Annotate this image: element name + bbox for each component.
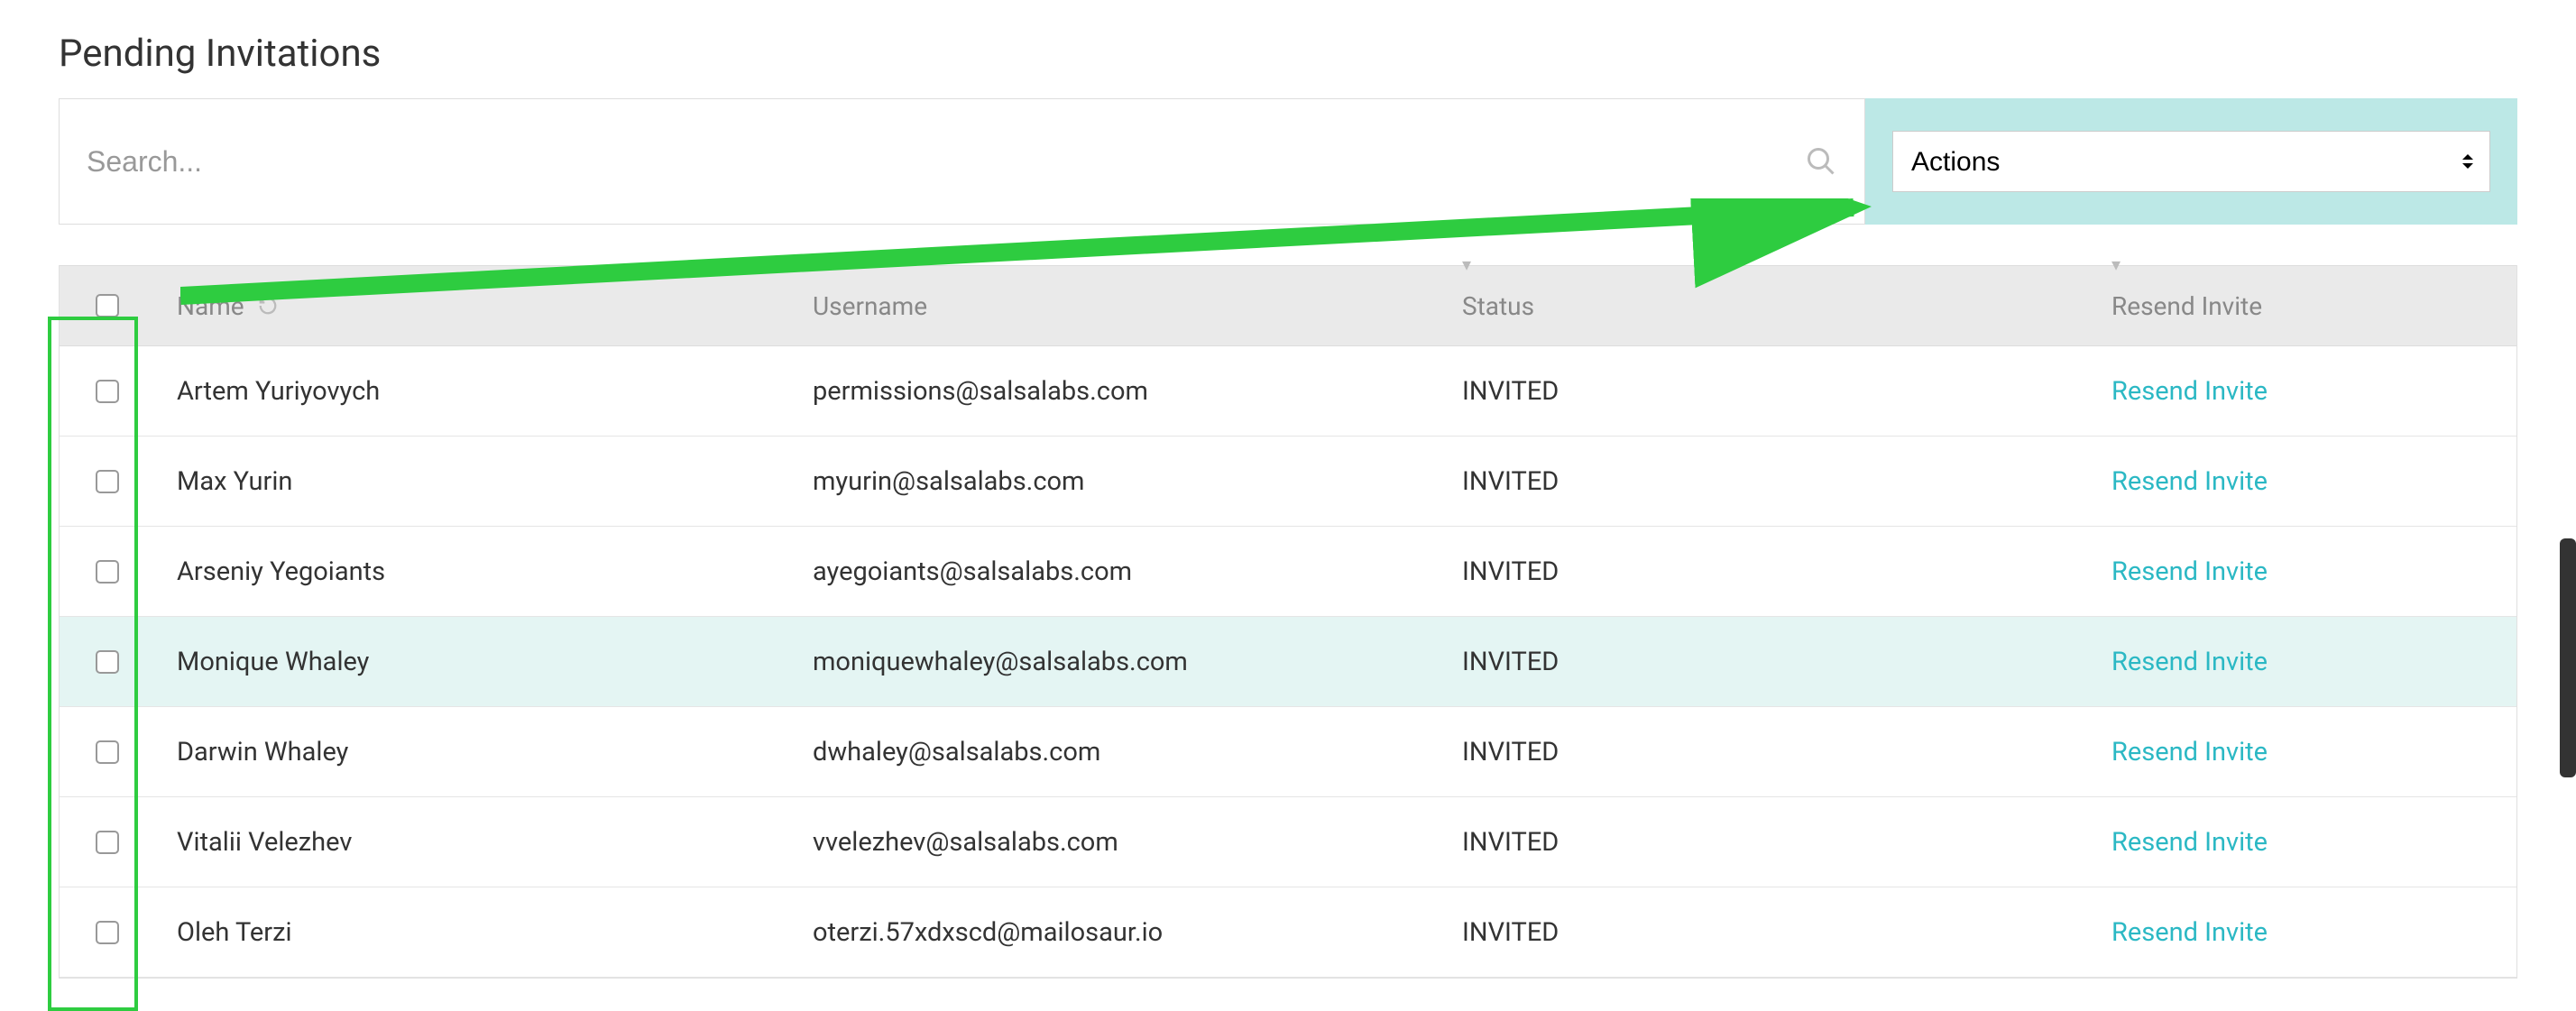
row-status: INVITED: [1462, 376, 1559, 407]
resend-invite-link[interactable]: Resend Invite: [2111, 376, 2268, 407]
refresh-icon[interactable]: [258, 296, 278, 316]
row-name: Artem Yuriyovych: [177, 376, 380, 407]
row-checkbox[interactable]: [96, 380, 119, 403]
search-actions-row: Actions: [59, 98, 2517, 225]
row-name: Max Yurin: [177, 466, 292, 497]
row-status: INVITED: [1462, 647, 1559, 677]
row-name: Monique Whaley: [177, 647, 369, 677]
row-username: vvelezhev@salsalabs.com: [813, 827, 1118, 858]
search-input[interactable]: [87, 145, 1805, 179]
column-header-username[interactable]: Username: [813, 291, 927, 321]
resend-invite-link[interactable]: Resend Invite: [2111, 556, 2268, 587]
row-username: moniquewhaley@salsalabs.com: [813, 647, 1188, 677]
row-status: INVITED: [1462, 556, 1559, 587]
table-row: Oleh Terzi oterzi.57xdxscd@mailosaur.io …: [60, 887, 2516, 978]
row-status: INVITED: [1462, 917, 1559, 948]
row-username: permissions@salsalabs.com: [813, 376, 1148, 407]
page-title: Pending Invitations: [59, 32, 2576, 76]
row-status: INVITED: [1462, 827, 1559, 858]
row-username: ayegoiants@salsalabs.com: [813, 556, 1132, 587]
resend-invite-link[interactable]: Resend Invite: [2111, 917, 2268, 948]
row-checkbox[interactable]: [96, 560, 119, 584]
row-checkbox[interactable]: [96, 831, 119, 854]
resend-invite-link[interactable]: Resend Invite: [2111, 827, 2268, 858]
sort-caret-icon: ▾: [1462, 253, 1471, 275]
column-header-resend: Resend Invite: [2111, 291, 2262, 321]
column-header-name[interactable]: Name: [177, 291, 244, 321]
table-row: Max Yurin myurin@salsalabs.com INVITED R…: [60, 437, 2516, 527]
table-row: Monique Whaley moniquewhaley@salsalabs.c…: [60, 617, 2516, 707]
row-checkbox[interactable]: [96, 470, 119, 493]
search-container: [59, 98, 1865, 225]
row-checkbox[interactable]: [96, 650, 119, 674]
column-header-status[interactable]: Status: [1462, 291, 1534, 321]
table-header: ▾ ▾ ▾ Name Username Status Resend Invite: [60, 265, 2516, 346]
row-username: dwhaley@salsalabs.com: [813, 737, 1100, 767]
invitations-table: ▾ ▾ ▾ Name Username Status Resend Invite…: [59, 265, 2517, 979]
row-name: Darwin Whaley: [177, 737, 348, 767]
row-name: Oleh Terzi: [177, 917, 292, 948]
row-username: oterzi.57xdxscd@mailosaur.io: [813, 917, 1163, 948]
table-row: Arseniy Yegoiants ayegoiants@salsalabs.c…: [60, 527, 2516, 617]
actions-container: Actions: [1865, 98, 2517, 225]
table-row: Vitalii Velezhev vvelezhev@salsalabs.com…: [60, 797, 2516, 887]
row-name: Arseniy Yegoiants: [177, 556, 385, 587]
resend-invite-link[interactable]: Resend Invite: [2111, 466, 2268, 497]
row-status: INVITED: [1462, 466, 1559, 497]
row-username: myurin@salsalabs.com: [813, 466, 1084, 497]
resend-invite-link[interactable]: Resend Invite: [2111, 737, 2268, 767]
row-checkbox[interactable]: [96, 740, 119, 764]
select-all-checkbox[interactable]: [96, 294, 119, 317]
row-status: INVITED: [1462, 737, 1559, 767]
table-row: Darwin Whaley dwhaley@salsalabs.com INVI…: [60, 707, 2516, 797]
sort-caret-icon: ▾: [813, 253, 822, 275]
scrollbar[interactable]: [2560, 538, 2576, 777]
search-icon: [1805, 145, 1837, 178]
sort-caret-icon: ▾: [2111, 253, 2121, 275]
actions-dropdown[interactable]: Actions: [1892, 131, 2490, 192]
row-checkbox[interactable]: [96, 921, 119, 944]
table-row: Artem Yuriyovych permissions@salsalabs.c…: [60, 346, 2516, 437]
resend-invite-link[interactable]: Resend Invite: [2111, 647, 2268, 677]
row-name: Vitalii Velezhev: [177, 827, 352, 858]
